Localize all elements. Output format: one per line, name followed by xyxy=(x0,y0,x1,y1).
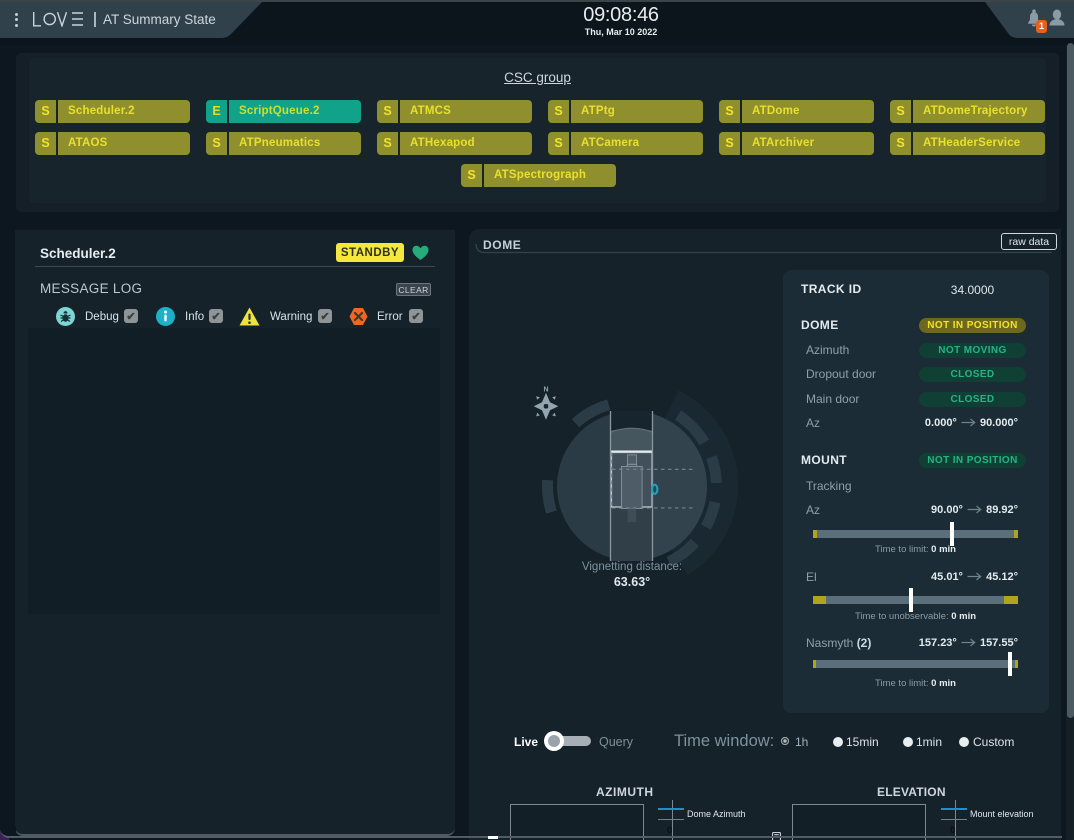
svg-text:N: N xyxy=(543,387,548,394)
